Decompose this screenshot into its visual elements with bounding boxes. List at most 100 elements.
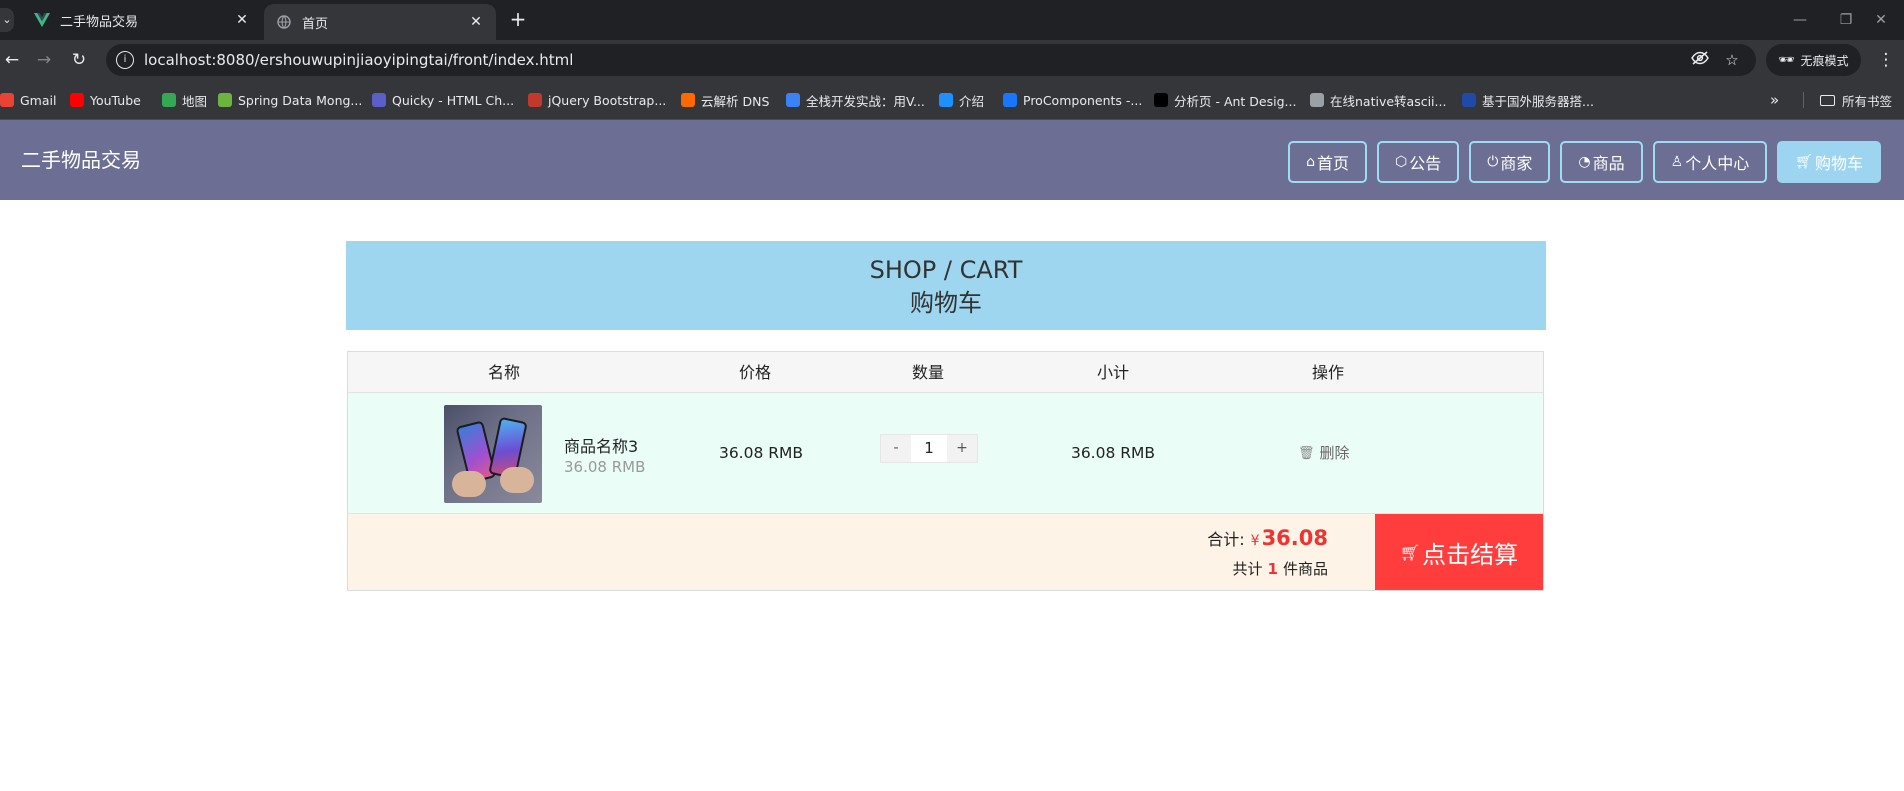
new-tab-button[interactable]: + — [506, 8, 530, 32]
checkout-label: 点击结算 — [1422, 540, 1519, 569]
address-toolbar: ← → ↻ i localhost:8080/ershouwupinjiaoyi… — [0, 40, 1904, 80]
back-icon[interactable]: ← — [0, 48, 24, 72]
nav-label: 公告 — [1409, 154, 1442, 173]
bookmark-favicon-icon — [528, 93, 542, 107]
product-name[interactable]: 商品名称3 — [564, 433, 638, 457]
eye-off-icon[interactable] — [1690, 50, 1710, 70]
star-icon[interactable]: ☆ — [1722, 50, 1742, 70]
bookmark-favicon-icon — [0, 93, 14, 107]
incognito-icon: 🕶 — [1778, 52, 1795, 68]
browser-tab-bar: ⌄ 二手物品交易 ✕ 首页 ✕ + — ❐ ✕ — [0, 0, 1904, 40]
column-header-name: 名称 — [487, 363, 521, 382]
currency-symbol: ¥ — [1250, 533, 1260, 549]
bookmark-favicon-icon — [939, 93, 953, 107]
nav-home-button[interactable]: ⌂ 首页 — [1288, 141, 1368, 183]
quantity-input[interactable]: 1 — [911, 435, 947, 462]
menu-icon[interactable]: ⋮ — [1876, 48, 1896, 72]
bookmark-item[interactable]: Spring Data Mong... — [218, 80, 362, 120]
all-bookmarks-button[interactable]: 所有书签 — [1820, 80, 1892, 120]
bookmark-item[interactable]: jQuery Bootstrap... — [528, 80, 666, 120]
product-unit-price: 36.08 RMB — [564, 458, 646, 476]
count-suffix: 件商品 — [1282, 560, 1328, 578]
tab-title: 二手物品交易 — [60, 14, 139, 30]
bookmark-label: 介绍 — [959, 93, 985, 109]
bookmark-label: ProComponents -... — [1023, 92, 1143, 108]
bookmark-item[interactable]: ProComponents -... — [1003, 80, 1142, 120]
url-text[interactable]: localhost:8080/ershouwupinjiaoyipingtai/… — [144, 44, 573, 76]
cart-table: 名称 价格 数量 小计 操作 商品名称3 36.08 RMB 36.08 RMB… — [347, 351, 1544, 591]
bookmark-item[interactable]: Gmail — [0, 80, 56, 120]
table-header: 名称 价格 数量 小计 操作 — [348, 352, 1543, 393]
bookmark-item[interactable]: 分析页 - Ant Desig... — [1154, 80, 1296, 120]
bookmark-label: 全栈开发实战：用V... — [806, 93, 925, 109]
gauge-icon: ◔ — [1578, 154, 1591, 170]
total-line: 合计: ¥36.08 — [1207, 526, 1328, 550]
item-price: 36.08 RMB — [718, 444, 804, 462]
minimize-icon[interactable]: — — [1777, 0, 1823, 40]
bookmark-item[interactable]: 基于国外服务器搭... — [1462, 80, 1594, 120]
delete-button[interactable]: 🗑︎ 删除 — [1298, 393, 1350, 514]
total-label: 合计: — [1207, 530, 1245, 549]
increase-button[interactable]: + — [947, 435, 977, 462]
folder-icon — [1820, 94, 1835, 106]
nav-label: 商家 — [1500, 154, 1533, 173]
site-info-icon[interactable]: i — [116, 51, 134, 69]
bookmark-favicon-icon — [162, 93, 176, 107]
hand-graphic — [500, 467, 534, 493]
cart-title-zh: 购物车 — [910, 289, 982, 317]
bookmark-item[interactable]: 介绍 — [939, 80, 984, 120]
bookmark-label: jQuery Bootstrap... — [548, 92, 667, 108]
nav-profile-button[interactable]: ♙ 个人中心 — [1652, 141, 1768, 183]
cart-icon: 🛒︎ — [1795, 154, 1813, 170]
cart-banner: SHOP / CART 购物车 — [346, 241, 1546, 330]
bookmark-item[interactable]: 在线native转ascii... — [1310, 80, 1446, 120]
nav-label: 首页 — [1317, 154, 1350, 173]
browser-tab-active[interactable]: 首页 ✕ — [264, 4, 496, 40]
nav-cart-button[interactable]: 🛒︎ 购物车 — [1777, 141, 1881, 183]
column-header-subtotal: 小计 — [1096, 363, 1130, 382]
tab-search-button[interactable]: ⌄ — [0, 8, 14, 32]
nav-notice-button[interactable]: ⬡ 公告 — [1377, 141, 1460, 183]
nav-goods-button[interactable]: ◔ 商品 — [1560, 141, 1643, 183]
more-bookmarks-icon[interactable]: » — [1770, 80, 1779, 120]
close-window-icon[interactable]: ✕ — [1858, 0, 1904, 40]
reload-icon[interactable]: ↻ — [67, 48, 91, 72]
bookmark-label: 分析页 - Ant Desig... — [1174, 93, 1297, 109]
bookmark-favicon-icon — [1310, 93, 1324, 107]
all-bookmarks-label: 所有书签 — [1842, 93, 1893, 109]
brand-title[interactable]: 二手物品交易 — [21, 120, 141, 200]
bookmark-item[interactable]: Quicky - HTML Ch... — [372, 80, 514, 120]
globe-icon — [276, 14, 292, 30]
bookmark-label: 基于国外服务器搭... — [1482, 93, 1594, 109]
power-icon: ⏻ — [1487, 154, 1499, 170]
bookmarks-divider — [1803, 92, 1804, 108]
delete-label: 删除 — [1319, 444, 1350, 462]
decrease-button[interactable]: - — [881, 435, 911, 462]
box-icon: ⬡ — [1395, 154, 1408, 170]
column-header-price: 价格 — [738, 363, 772, 382]
bookmark-item[interactable]: YouTube — [70, 80, 141, 120]
bookmark-favicon-icon — [1462, 93, 1476, 107]
close-tab-icon[interactable]: ✕ — [468, 14, 484, 30]
close-tab-icon[interactable]: ✕ — [234, 12, 250, 28]
nav-merchant-button[interactable]: ⏻ 商家 — [1469, 141, 1551, 183]
bookmark-item[interactable]: 云解析 DNS — [681, 80, 769, 120]
omnibox[interactable]: i localhost:8080/ershouwupinjiaoyipingta… — [106, 44, 1756, 76]
bookmark-item[interactable]: 地图 — [162, 80, 207, 120]
item-count: 1 — [1267, 560, 1278, 578]
quantity-stepper: - 1 + — [880, 434, 978, 463]
bookmark-favicon-icon — [681, 93, 695, 107]
bookmark-label: Quicky - HTML Ch... — [392, 92, 515, 108]
nav-label: 个人中心 — [1685, 154, 1750, 173]
item-count-line: 共计 1 件商品 — [1233, 558, 1328, 579]
bookmark-favicon-icon — [70, 93, 84, 107]
main-nav: ⌂ 首页 ⬡ 公告 ⏻ 商家 ◔ 商品 ♙ 个人中心 🛒︎ 购物车 — [1288, 141, 1881, 183]
product-image[interactable] — [444, 405, 542, 503]
item-subtotal: 36.08 RMB — [1070, 444, 1156, 462]
forward-icon[interactable]: → — [32, 48, 56, 72]
user-icon: ♙ — [1670, 154, 1684, 170]
incognito-button[interactable]: 🕶 无痕模式 — [1766, 44, 1861, 76]
checkout-button[interactable]: 🛒︎ 点击结算 — [1375, 514, 1543, 590]
bookmark-item[interactable]: 全栈开发实战：用V... — [786, 80, 925, 120]
browser-tab[interactable]: 二手物品交易 ✕ — [22, 0, 262, 40]
